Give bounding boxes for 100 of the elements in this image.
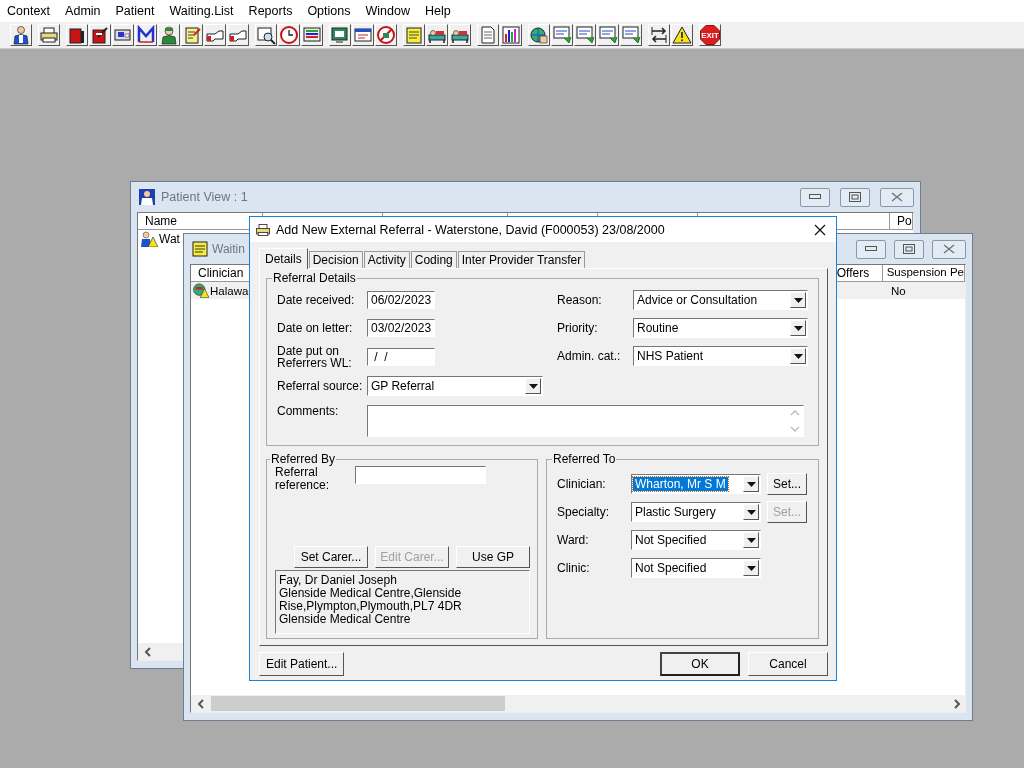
table-cell-text: Halawa bbox=[210, 284, 250, 297]
hand-tool-button[interactable] bbox=[227, 24, 249, 46]
reference-field[interactable] bbox=[355, 466, 486, 484]
notebook-icon bbox=[90, 25, 110, 45]
ban-tool-button[interactable] bbox=[375, 24, 397, 46]
menu-item[interactable]: Context bbox=[7, 4, 51, 18]
card-tool-button[interactable] bbox=[352, 24, 374, 46]
warning-icon bbox=[672, 25, 692, 45]
bed-tool-button[interactable] bbox=[449, 24, 471, 46]
message-tool-button[interactable] bbox=[551, 24, 573, 46]
field-label: Date put on Referrers WL: bbox=[277, 345, 353, 369]
dropdown[interactable]: Plastic Surgery bbox=[631, 502, 761, 522]
notebook-tool-button[interactable] bbox=[89, 24, 111, 46]
message-tool-button[interactable] bbox=[597, 24, 619, 46]
menu-item[interactable]: Waiting.List bbox=[169, 4, 234, 18]
address-line: Fay, Dr Daniel Joseph bbox=[279, 574, 398, 587]
address-line: Glenside Medical Centre bbox=[279, 613, 411, 626]
scrollbar-thumb[interactable] bbox=[211, 696, 505, 711]
close-button[interactable] bbox=[932, 239, 966, 259]
message-tool-button[interactable] bbox=[620, 24, 642, 46]
printer-tool-button[interactable] bbox=[38, 24, 60, 46]
bed-tool-button[interactable] bbox=[426, 24, 448, 46]
notepad-tool-button[interactable] bbox=[181, 24, 203, 46]
dropdown[interactable]: Not Specified bbox=[631, 530, 761, 550]
date-field[interactable]: 03/02/2023 bbox=[367, 319, 435, 337]
menu-item[interactable]: Admin bbox=[65, 4, 101, 18]
horizontal-scrollbar[interactable] bbox=[191, 695, 965, 712]
message-tool-button[interactable] bbox=[574, 24, 596, 46]
field-label: Priority: bbox=[557, 322, 599, 334]
caret-icon bbox=[793, 353, 803, 359]
minimize-icon bbox=[809, 194, 821, 200]
monitor-tool-button[interactable] bbox=[301, 24, 323, 46]
caret-icon bbox=[528, 383, 538, 389]
clock-tool-button[interactable] bbox=[278, 24, 300, 46]
notepad-icon bbox=[182, 25, 202, 45]
button[interactable]: Use GP bbox=[456, 546, 530, 568]
menu-item[interactable]: Window bbox=[365, 4, 410, 18]
arrows-tool-button[interactable] bbox=[648, 24, 670, 46]
caret-icon bbox=[746, 509, 756, 515]
close-button[interactable] bbox=[880, 187, 914, 207]
tab[interactable]: Coding bbox=[410, 251, 457, 268]
maximize-button[interactable] bbox=[840, 187, 870, 207]
hand-tool-button[interactable] bbox=[204, 24, 226, 46]
field-label: Referral reference: bbox=[275, 466, 330, 492]
date-field[interactable]: / / bbox=[367, 348, 435, 366]
document-tool-button[interactable] bbox=[477, 24, 499, 46]
dropdown[interactable]: GP Referral bbox=[367, 376, 543, 396]
caret-icon bbox=[746, 481, 756, 487]
tab[interactable]: Decision bbox=[308, 251, 363, 268]
book-tool-button[interactable] bbox=[66, 24, 88, 46]
minimize-button[interactable] bbox=[856, 239, 886, 259]
doctor-tool-button[interactable] bbox=[158, 24, 180, 46]
menu-item[interactable]: Patient bbox=[115, 4, 155, 18]
set-button[interactable]: Set... bbox=[767, 473, 807, 495]
close-icon bbox=[891, 192, 903, 202]
chart-tool-button[interactable] bbox=[500, 24, 522, 46]
column-header[interactable]: Po bbox=[890, 213, 913, 230]
message-icon bbox=[621, 25, 641, 45]
comments-field[interactable] bbox=[367, 405, 804, 437]
warning-tool-button[interactable] bbox=[671, 24, 693, 46]
note-icon bbox=[404, 25, 424, 45]
date-field[interactable]: 06/02/2023 bbox=[367, 291, 435, 309]
person-tool-button[interactable] bbox=[10, 24, 32, 46]
screen-tool-button[interactable] bbox=[329, 24, 351, 46]
chart-icon bbox=[501, 25, 521, 45]
maximize-button[interactable] bbox=[894, 239, 924, 259]
menu-item[interactable]: Help bbox=[424, 4, 451, 18]
close-icon[interactable] bbox=[814, 223, 826, 236]
dropdown[interactable]: Wharton, Mr S M bbox=[631, 474, 761, 494]
column-header[interactable]: Name bbox=[138, 213, 263, 230]
dropdown[interactable]: NHS Patient bbox=[633, 346, 808, 366]
menu-item[interactable]: Reports bbox=[248, 4, 293, 18]
minimize-button[interactable] bbox=[800, 187, 830, 207]
button[interactable]: OK bbox=[660, 652, 740, 676]
dialog-title: Add New External Referral - Waterstone, David (F000053) 23/08/2000 bbox=[276, 222, 665, 237]
dropdown[interactable]: Advice or Consultation bbox=[633, 290, 808, 310]
tab[interactable]: Inter Provider Transfer bbox=[457, 251, 586, 268]
column-header[interactable]: Suspension Pe bbox=[882, 265, 965, 282]
button[interactable]: Edit Patient... bbox=[259, 652, 345, 676]
letter-icon bbox=[136, 25, 156, 45]
scanner-tool-button[interactable] bbox=[112, 24, 134, 46]
group-title: Referral Details bbox=[272, 271, 357, 285]
dropdown[interactable]: Routine bbox=[633, 318, 808, 338]
field-label: Clinician: bbox=[557, 478, 607, 490]
tab[interactable]: Details bbox=[259, 248, 308, 269]
button[interactable]: Cancel bbox=[748, 652, 828, 676]
person-warning-icon bbox=[140, 230, 158, 247]
menu-item[interactable]: Options bbox=[307, 4, 351, 18]
exit-tool-button[interactable]: EXIT bbox=[699, 24, 721, 46]
dropdown[interactable]: Not Specified bbox=[631, 558, 761, 578]
tab[interactable]: Activity bbox=[363, 251, 410, 268]
globe-tool-button[interactable] bbox=[528, 24, 550, 46]
document-icon bbox=[478, 25, 498, 45]
button[interactable]: Set Carer... bbox=[294, 546, 368, 568]
card-icon bbox=[353, 25, 373, 45]
magnifier-tool-button[interactable] bbox=[255, 24, 277, 46]
letter-tool-button[interactable] bbox=[135, 24, 157, 46]
person-icon bbox=[139, 189, 155, 205]
field-label: Referral source: bbox=[277, 380, 364, 392]
note-tool-button[interactable] bbox=[403, 24, 425, 46]
